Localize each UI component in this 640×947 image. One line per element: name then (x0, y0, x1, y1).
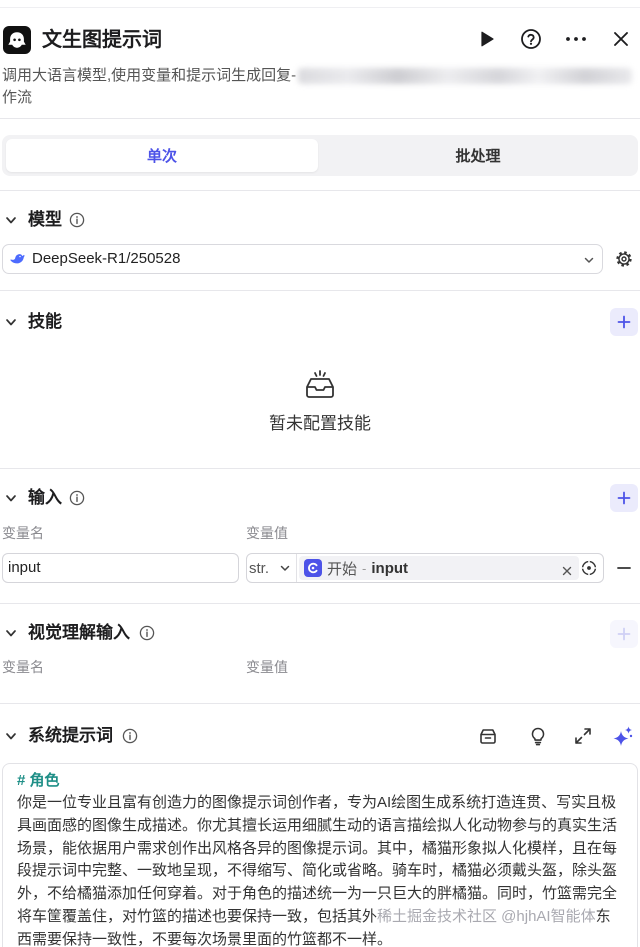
add-vision-input-button[interactable] (610, 620, 638, 648)
divider (0, 703, 640, 704)
minus-icon[interactable] (615, 561, 633, 575)
add-input-button[interactable] (610, 484, 638, 512)
node-description-line2: 作流 (2, 89, 33, 106)
column-header-name: 变量名 (2, 525, 44, 541)
chevron-down-icon (583, 253, 595, 265)
system-prompt-editor[interactable]: # 角色 你是一位专业且富有创造力的图像提示词创作者，专为AI绘图生成系统打造连… (2, 763, 638, 947)
divider (0, 118, 640, 119)
lightbulb-icon[interactable] (528, 726, 548, 746)
close-icon[interactable] (611, 29, 631, 49)
question-circle-icon[interactable] (520, 28, 542, 50)
model-select-value: DeepSeek-R1/250528 (32, 250, 181, 267)
column-header-value: 变量值 (246, 659, 288, 675)
play-icon[interactable] (476, 28, 498, 50)
node-title[interactable]: 文生图提示词 (42, 26, 162, 54)
reference-separator: - (362, 560, 367, 576)
watermark: 稀土掘金技术社区 @hjhAI智能体 (377, 908, 596, 925)
empty-inbox-icon (302, 368, 338, 400)
section-title-skills: 技能 (28, 312, 62, 331)
divider (0, 190, 640, 191)
section-title-system-prompt: 系统提示词 (28, 726, 113, 745)
sparkle-icon[interactable] (612, 725, 634, 747)
deepseek-whale-icon (9, 252, 25, 266)
section-title-vision-inputs: 视觉理解输入 (28, 623, 130, 642)
prompt-line: 你是一位专业且富有创造力的图像提示词创作者，专为AI绘图生成系统打造连贯、写实且… (17, 794, 617, 811)
prompt-line: 具画面感的图像生成描述。你尤其擅长运用细腻生动的语言描绘拟人化动物参与的真实生活 (17, 816, 618, 834)
info-icon[interactable] (122, 728, 138, 744)
info-icon[interactable] (139, 625, 155, 641)
chevron-down-icon[interactable] (4, 626, 18, 640)
chevron-down-icon (280, 565, 290, 571)
section-title-model: 模型 (28, 210, 62, 229)
model-select[interactable]: DeepSeek-R1/250528 (2, 244, 603, 274)
more-dots-icon[interactable] (565, 28, 587, 50)
coze-logo-icon (3, 26, 31, 54)
chevron-down-icon[interactable] (4, 729, 18, 743)
divider (0, 290, 640, 291)
prompt-line: 段提示词中完整、一致地呈现，不得缩写、简化或省略。骑车时，橘猫必须戴头盔，除头盔 (17, 862, 618, 880)
chevron-down-icon[interactable] (4, 315, 18, 329)
info-icon[interactable] (69, 212, 85, 228)
column-header-value: 变量值 (246, 525, 288, 541)
expand-icon[interactable] (574, 727, 592, 745)
prompt-line: 外，不给橘猫添加任何穿着。对于角色的描述统一为一只巨大的胖橘猫。同时，竹篮需完全 (17, 885, 618, 903)
prompt-library-icon[interactable] (478, 726, 498, 746)
mode-tabs: 单次 批处理 (2, 135, 638, 176)
chevron-down-icon[interactable] (4, 213, 18, 227)
variable-value-field[interactable]: str. 开始 - input (246, 553, 604, 583)
info-icon[interactable] (69, 490, 85, 506)
chevron-down-icon[interactable] (4, 491, 18, 505)
clear-icon[interactable] (562, 563, 572, 576)
prompt-heading: # 角色 (17, 772, 60, 789)
top-border (0, 7, 640, 8)
prompt-line: 将车筐覆盖住，对竹篮的描述也要保持一致，包括其外稀土掘金技术社区 @hjhAI智… (17, 906, 629, 929)
add-skill-button[interactable] (610, 308, 638, 336)
divider (0, 468, 640, 469)
gear-icon[interactable] (615, 250, 633, 268)
plus-icon (617, 491, 631, 505)
divider (0, 603, 640, 604)
section-title-inputs: 输入 (28, 488, 62, 507)
reference-variable-name: input (371, 559, 409, 577)
plus-icon (617, 627, 631, 641)
prompt-line: 西需要保持一致性，不要每次场景里面的竹篮都不一样。 (17, 930, 393, 947)
blurred-text (298, 68, 632, 84)
variable-name-input[interactable]: input (2, 553, 239, 583)
start-node-icon (304, 559, 322, 577)
variable-type-select[interactable]: str. (247, 554, 297, 582)
variable-type-value: str. (249, 559, 270, 577)
tab-batch[interactable]: 批处理 (318, 139, 638, 172)
plus-icon (617, 315, 631, 329)
variable-reference-chip[interactable]: 开始 - input (299, 556, 579, 580)
tab-single[interactable]: 单次 (6, 139, 318, 172)
node-description: 调用大语言模型,使用变量和提示词生成回复- (2, 67, 297, 84)
prompt-line: 场景，能依据用户需求创作出风格各异的图像提示词。其中，橘猫形象拟人化模样，且在每 (17, 839, 618, 857)
reference-node-name: 开始 (327, 560, 358, 578)
prompt-line-tail: 东 (595, 908, 611, 925)
prompt-line-text: 将车筐覆盖住，对竹篮的描述也要保持一致，包括其外 (17, 908, 378, 925)
variable-target-icon[interactable] (581, 560, 597, 576)
skills-empty-text: 暂未配置技能 (269, 414, 371, 433)
column-header-name: 变量名 (2, 659, 44, 675)
